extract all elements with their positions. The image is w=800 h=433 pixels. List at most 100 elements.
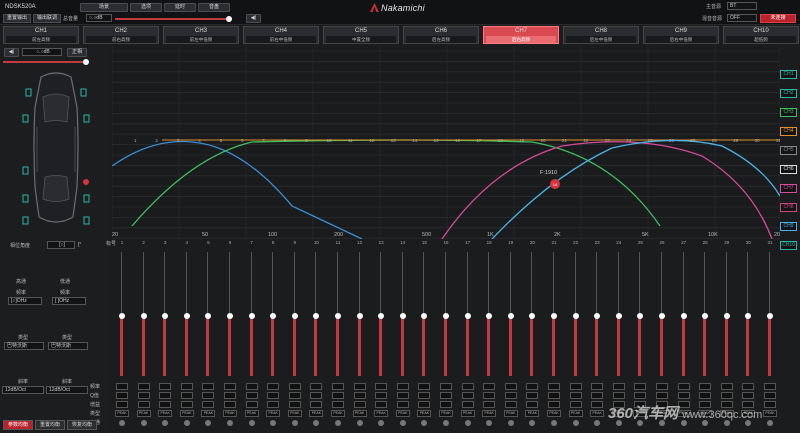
band-q-field[interactable] [245,392,258,399]
channel-volume-slider[interactable] [3,61,85,63]
band-gain-field[interactable] [396,401,409,408]
band-type-field[interactable]: PEAK [352,410,367,417]
phase-button[interactable]: 正相 [67,48,87,57]
band-gain-field[interactable] [764,401,776,408]
band-q-field[interactable] [202,392,215,399]
band-q-field[interactable] [137,392,150,399]
band-bypass-toggle[interactable] [507,420,514,426]
band-gain-knob[interactable] [270,313,277,319]
band-q-field[interactable] [396,392,409,399]
channel-tab-7[interactable]: CH7 后右高频 [483,26,559,44]
band-gain-knob[interactable] [615,313,622,319]
band-gain-field[interactable] [332,401,344,408]
band-gain-field[interactable] [569,401,582,408]
band-freq-field[interactable] [677,383,690,390]
band-gain-knob[interactable] [399,313,406,319]
legend-ch1[interactable]: CH1 [780,70,797,79]
band-type-field[interactable]: PEAK [763,410,777,417]
band-gain-knob[interactable] [723,313,730,319]
channel-tab-1[interactable]: CH1 前左高频 [3,26,79,44]
band-gain-knob[interactable] [421,313,428,319]
band-type-field[interactable]: PEAK [482,410,497,417]
band-freq-field[interactable] [267,383,280,390]
band-type-field[interactable]: PEAK [439,410,453,417]
channel-tab-4[interactable]: CH4 前右中低频 [243,26,319,44]
band-gain-knob[interactable] [140,313,147,319]
band-bypass-toggle[interactable] [767,420,773,426]
volume-value[interactable]: ○.○dB [86,14,112,22]
band-q-field[interactable] [483,392,496,399]
band-freq-field[interactable] [440,383,452,390]
band-type-field[interactable]: PEAK [568,410,583,417]
band-type-field[interactable]: PEAK [395,410,410,417]
band-gain-knob[interactable] [183,313,190,319]
band-q-field[interactable] [720,392,733,399]
band-gain-field[interactable] [418,401,431,408]
eq-point-number[interactable]: 31 [776,138,780,143]
channel-tab-10[interactable]: CH10 超低频 [723,26,799,44]
band-freq-field[interactable] [699,383,712,390]
channel-tab-9[interactable]: CH9 后右中低频 [643,26,719,44]
legend-ch2[interactable]: CH2 [780,89,797,98]
band-freq-field[interactable] [375,383,388,390]
band-q-field[interactable] [548,392,560,399]
band-type-field[interactable]: PEAK [547,410,561,417]
band-freq-field[interactable] [569,383,582,390]
band-freq-field[interactable] [461,383,474,390]
band-type-field[interactable]: PEAK [503,410,518,417]
band-type-field[interactable]: PEAK [136,410,151,417]
band-gain-knob[interactable] [551,313,557,319]
band-bypass-toggle[interactable] [399,420,406,426]
band-type-field[interactable]: PEAK [331,410,345,417]
connect-status-button[interactable]: 未连接 [760,14,796,23]
band-gain-field[interactable] [591,401,604,408]
band-bypass-toggle[interactable] [183,420,190,426]
band-gain-knob[interactable] [464,313,471,319]
channel-volume-value[interactable]: ○.○dB [22,48,62,56]
band-gain-field[interactable] [267,401,280,408]
band-bypass-toggle[interactable] [313,420,320,426]
restore-eq-button[interactable]: 恢复均衡 [67,420,97,430]
band-gain-knob[interactable] [572,313,579,319]
band-bypass-toggle[interactable] [119,420,125,426]
band-gain-knob[interactable] [529,313,536,319]
band-type-field[interactable]: PEAK [179,410,194,417]
band-freq-field[interactable] [720,383,733,390]
band-gain-field[interactable] [159,401,172,408]
band-bypass-toggle[interactable] [443,420,449,426]
band-q-field[interactable] [353,392,366,399]
eq-point-number[interactable]: 26 [669,138,675,143]
reset-output-button[interactable]: 重置输出 [3,14,31,23]
eq-point-number[interactable]: 21 [562,138,568,143]
band-type-field[interactable]: PEAK [374,410,389,417]
band-gain-knob[interactable] [767,313,773,319]
band-gain-knob[interactable] [594,313,601,319]
band-q-field[interactable] [742,392,755,399]
band-gain-field[interactable] [440,401,452,408]
mix-source-select[interactable]: OFF [727,14,757,22]
speaker-icon[interactable]: ◀) [246,14,261,23]
band-q-field[interactable] [440,392,452,399]
band-q-field[interactable] [677,392,690,399]
band-gain-knob[interactable] [205,313,212,319]
lp-freq-value[interactable]: [ ]OHz [52,297,86,305]
band-bypass-toggle[interactable] [140,420,147,426]
band-gain-field[interactable] [483,401,496,408]
band-bypass-toggle[interactable] [291,420,298,426]
band-freq-field[interactable] [332,383,344,390]
channel-tab-3[interactable]: CH3 前左中低频 [163,26,239,44]
lp-slope-select[interactable]: 12dB/Oct [46,386,88,394]
band-freq-field[interactable] [116,383,128,390]
band-q-field[interactable] [224,392,236,399]
band-bypass-toggle[interactable] [248,420,255,426]
band-freq-field[interactable] [202,383,215,390]
band-bypass-toggle[interactable] [270,420,277,426]
eq-point-number[interactable]: 23 [605,138,611,143]
param-eq-button[interactable]: 参数均衡 [3,420,33,430]
band-bypass-toggle[interactable] [335,420,341,426]
eq-point-number[interactable]: 14 [412,138,418,143]
band-bypass-toggle[interactable] [529,420,536,426]
band-q-field[interactable] [569,392,582,399]
band-bypass-toggle[interactable] [594,420,601,426]
band-freq-field[interactable] [288,383,301,390]
